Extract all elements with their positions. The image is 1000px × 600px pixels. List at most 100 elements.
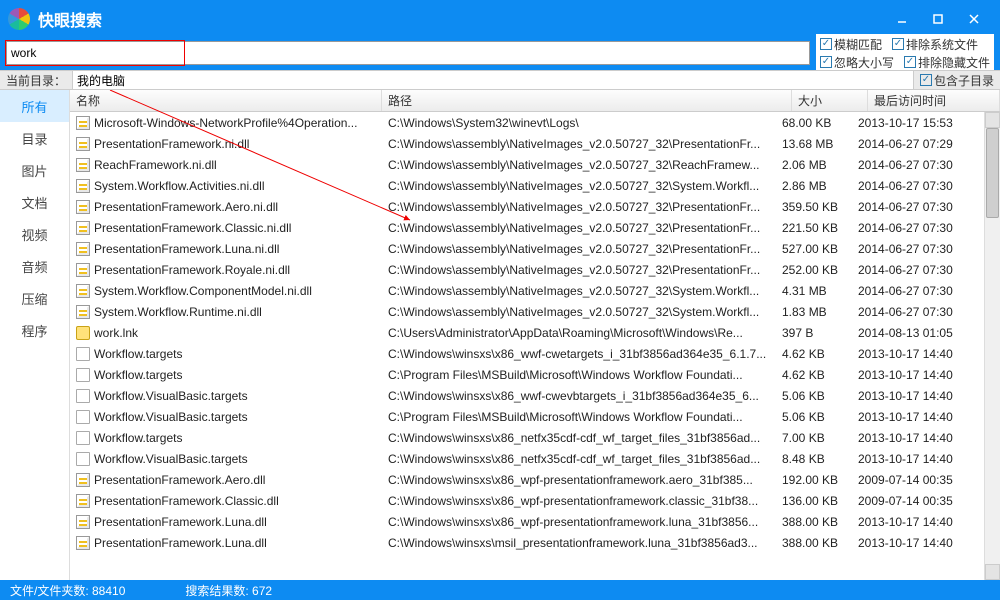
file-name: Workflow.VisualBasic.targets xyxy=(94,389,248,403)
table-row[interactable]: PresentationFramework.Classic.dllC:\Wind… xyxy=(70,490,984,511)
exclude-hidden-checkbox[interactable]: ✓排除隐藏文件 xyxy=(904,54,990,71)
vertical-scrollbar[interactable] xyxy=(984,112,1000,580)
file-icon xyxy=(76,536,90,550)
file-name: Workflow.VisualBasic.targets xyxy=(94,452,248,466)
file-icon xyxy=(76,410,90,424)
header-date[interactable]: 最后访问时间 xyxy=(868,90,1000,111)
file-name: PresentationFramework.ni.dll xyxy=(94,137,249,151)
table-row[interactable]: PresentationFramework.Classic.ni.dllC:\W… xyxy=(70,217,984,238)
header-size[interactable]: 大小 xyxy=(792,90,868,111)
file-size: 527.00 KB xyxy=(776,242,852,256)
table-row[interactable]: ReachFramework.ni.dll C:\Windows\assembly… xyxy=(70,154,984,175)
current-dir-value[interactable]: 我的电脑 xyxy=(72,71,914,89)
file-icon xyxy=(76,494,90,508)
table-row[interactable]: Workflow.targetsC:\Program Files\MSBuild… xyxy=(70,364,984,385)
maximize-button[interactable] xyxy=(920,7,956,31)
file-size: 397 B xyxy=(776,326,852,340)
sidebar-tab-1[interactable]: 目录 xyxy=(0,122,69,154)
file-path: C:\Windows\winsxs\x86_wpf-presentationfr… xyxy=(382,473,776,487)
search-bar: ✓模糊匹配 ✓排除系统文件 ✓忽略大小写 ✓排除隐藏文件 xyxy=(0,38,1000,70)
file-icon xyxy=(76,137,90,151)
sidebar-tab-7[interactable]: 程序 xyxy=(0,314,69,346)
include-subdir-checkbox[interactable]: ✓包含子目录 xyxy=(920,72,994,89)
ignore-case-checkbox[interactable]: ✓忽略大小写 xyxy=(820,54,894,71)
file-icon xyxy=(76,116,90,130)
file-name: ReachFramework.ni.dll xyxy=(94,158,217,172)
table-row[interactable]: Workflow.VisualBasic.targetsC:\Program F… xyxy=(70,406,984,427)
file-path: C:\Windows\assembly\NativeImages_v2.0.50… xyxy=(382,158,776,172)
scroll-track[interactable] xyxy=(985,128,1000,564)
file-date: 2013-10-17 14:40 xyxy=(852,368,984,382)
file-size: 4.62 KB xyxy=(776,347,852,361)
file-date: 2014-06-27 07:30 xyxy=(852,179,984,193)
table-row[interactable]: System.Workflow.Runtime.ni.dllC:\Windows… xyxy=(70,301,984,322)
scroll-thumb[interactable] xyxy=(986,128,999,218)
file-name: PresentationFramework.Luna.dll xyxy=(94,536,267,550)
sidebar-tab-4[interactable]: 视频 xyxy=(0,218,69,250)
app-logo-icon xyxy=(8,8,30,30)
sidebar-tab-0[interactable]: 所有 xyxy=(0,90,69,122)
titlebar: 快眼搜索 xyxy=(0,0,1000,38)
file-path: C:\Windows\winsxs\x86_wpf-presentationfr… xyxy=(382,515,776,529)
search-input[interactable] xyxy=(6,41,810,65)
table-row[interactable]: PresentationFramework.Luna.ni.dllC:\Wind… xyxy=(70,238,984,259)
table-row[interactable]: Workflow.targetsC:\Windows\winsxs\x86_ne… xyxy=(70,427,984,448)
minimize-button[interactable] xyxy=(884,7,920,31)
file-path: C:\Windows\assembly\NativeImages_v2.0.50… xyxy=(382,263,776,277)
table-row[interactable]: Workflow.VisualBasic.targetsC:\Windows\w… xyxy=(70,385,984,406)
file-name: Microsoft-Windows-NetworkProfile%4Operat… xyxy=(94,116,357,130)
exclude-sys-checkbox[interactable]: ✓排除系统文件 xyxy=(892,36,978,53)
scroll-up-button[interactable] xyxy=(985,112,1000,128)
file-icon xyxy=(76,473,90,487)
file-name: System.Workflow.Runtime.ni.dll xyxy=(94,305,262,319)
status-result-count: 搜索结果数: 672 xyxy=(175,582,282,599)
file-name: PresentationFramework.Classic.dll xyxy=(94,494,279,508)
file-icon xyxy=(76,200,90,214)
file-icon xyxy=(76,179,90,193)
fuzzy-match-checkbox[interactable]: ✓模糊匹配 xyxy=(820,36,882,53)
file-path: C:\Windows\winsxs\x86_netfx35cdf-cdf_wf_… xyxy=(382,431,776,445)
sidebar-tab-6[interactable]: 压缩 xyxy=(0,282,69,314)
scroll-down-button[interactable] xyxy=(985,564,1000,580)
rows-container: Microsoft-Windows-NetworkProfile%4Operat… xyxy=(70,112,984,580)
sidebar-tab-3[interactable]: 文档 xyxy=(0,186,69,218)
file-size: 136.00 KB xyxy=(776,494,852,508)
table-row[interactable]: PresentationFramework.ni.dllC:\Windows\a… xyxy=(70,133,984,154)
table-row[interactable]: PresentationFramework.Aero.dllC:\Windows… xyxy=(70,469,984,490)
table-row[interactable]: PresentationFramework.Luna.dllC:\Windows… xyxy=(70,511,984,532)
table-row[interactable]: Workflow.targetsC:\Windows\winsxs\x86_ww… xyxy=(70,343,984,364)
file-size: 252.00 KB xyxy=(776,263,852,277)
table-row[interactable]: PresentationFramework.Aero.ni.dllC:\Wind… xyxy=(70,196,984,217)
table-row[interactable]: work.lnkC:\Users\Administrator\AppData\R… xyxy=(70,322,984,343)
file-name: Workflow.VisualBasic.targets xyxy=(94,410,248,424)
close-button[interactable] xyxy=(956,7,992,31)
sidebar-tab-2[interactable]: 图片 xyxy=(0,154,69,186)
file-size: 359.50 KB xyxy=(776,200,852,214)
table-row[interactable]: System.Workflow.Activities.ni.dllC:\Wind… xyxy=(70,175,984,196)
results-list: 名称 路径 大小 最后访问时间 Microsoft-Windows-Networ… xyxy=(70,90,1000,580)
file-name: System.Workflow.Activities.ni.dll xyxy=(94,179,265,193)
status-file-count: 文件/文件夹数: 88410 xyxy=(0,582,135,599)
file-icon xyxy=(76,305,90,319)
header-name[interactable]: 名称 xyxy=(70,90,382,111)
table-row[interactable]: Workflow.VisualBasic.targetsC:\Windows\w… xyxy=(70,448,984,469)
file-size: 13.68 MB xyxy=(776,137,852,151)
file-name: PresentationFramework.Aero.ni.dll xyxy=(94,200,278,214)
file-icon xyxy=(76,221,90,235)
file-icon xyxy=(76,368,90,382)
file-name: PresentationFramework.Classic.ni.dll xyxy=(94,221,291,235)
table-row[interactable]: PresentationFramework.Luna.dllC:\Windows… xyxy=(70,532,984,553)
header-path[interactable]: 路径 xyxy=(382,90,792,111)
file-name: Workflow.targets xyxy=(94,368,182,382)
file-date: 2013-10-17 14:40 xyxy=(852,347,984,361)
table-row[interactable]: System.Workflow.ComponentModel.ni.dllC:\… xyxy=(70,280,984,301)
file-size: 388.00 KB xyxy=(776,515,852,529)
table-row[interactable]: PresentationFramework.Royale.ni.dllC:\Wi… xyxy=(70,259,984,280)
file-date: 2014-08-13 01:05 xyxy=(852,326,984,340)
file-date: 2014-06-27 07:30 xyxy=(852,242,984,256)
table-row[interactable]: Microsoft-Windows-NetworkProfile%4Operat… xyxy=(70,112,984,133)
file-icon xyxy=(76,347,90,361)
file-date: 2014-06-27 07:29 xyxy=(852,137,984,151)
include-subdir-label: 包含子目录 xyxy=(934,72,994,89)
sidebar-tab-5[interactable]: 音频 xyxy=(0,250,69,282)
